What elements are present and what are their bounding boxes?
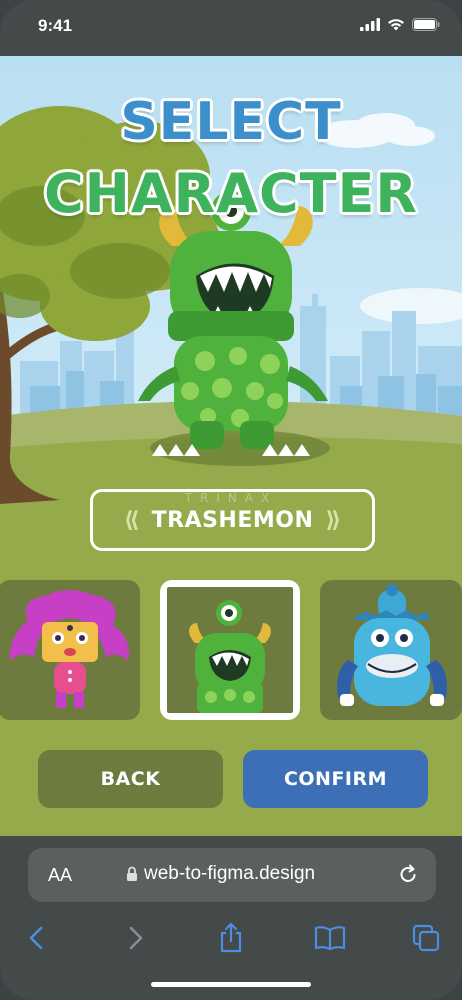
title-character: CHARACTER	[44, 162, 418, 225]
wifi-icon	[388, 19, 404, 31]
purple-girl-character	[9, 590, 129, 708]
bookmarks-icon[interactable]	[310, 918, 350, 958]
status-bar: 9:41	[0, 0, 462, 56]
browser-toolbar	[0, 918, 462, 962]
title-select: SELECT	[120, 92, 342, 152]
signal-icon	[360, 18, 380, 31]
url-text: web-to-figma.design	[144, 863, 316, 884]
forward-arrow-icon[interactable]	[116, 918, 156, 958]
home-indicator	[151, 982, 311, 987]
reload-icon[interactable]	[396, 862, 420, 886]
character-card-purple-girl[interactable]	[0, 580, 140, 720]
phone-screen: 9:41 SELECT CHARACTER TRINAX ⟪ TRASHEMON…	[0, 0, 462, 1000]
safari-bottom-bar: AA web-to-figma.design	[0, 836, 462, 1000]
share-icon[interactable]	[211, 918, 251, 958]
trashemon-thumbnail	[189, 600, 271, 713]
selected-card-frame	[167, 587, 293, 713]
confirm-button[interactable]: CONFIRM	[243, 750, 428, 808]
game-screen: SELECT CHARACTER TRINAX ⟪ TRASHEMON ⟫ BA…	[0, 56, 462, 836]
status-icons	[360, 18, 440, 31]
status-time: 9:41	[38, 16, 73, 35]
next-character-arrow[interactable]: ⟫	[325, 508, 341, 533]
character-name-selector: ⟪ TRASHEMON ⟫	[90, 489, 375, 551]
tabs-icon[interactable]	[406, 918, 446, 958]
character-card-blue-monster[interactable]	[320, 580, 462, 720]
back-button[interactable]: BACK	[38, 750, 223, 808]
prev-character-arrow[interactable]: ⟪	[124, 508, 140, 533]
address-bar[interactable]: AA web-to-figma.design	[28, 848, 436, 902]
character-name: TRASHEMON	[151, 507, 314, 533]
blue-monster-character	[337, 584, 447, 706]
character-card-trashemon[interactable]	[160, 580, 300, 720]
back-arrow-icon[interactable]	[16, 918, 56, 958]
lock-icon	[127, 866, 137, 881]
battery-icon	[412, 18, 440, 31]
text-size-button[interactable]: AA	[48, 865, 72, 886]
